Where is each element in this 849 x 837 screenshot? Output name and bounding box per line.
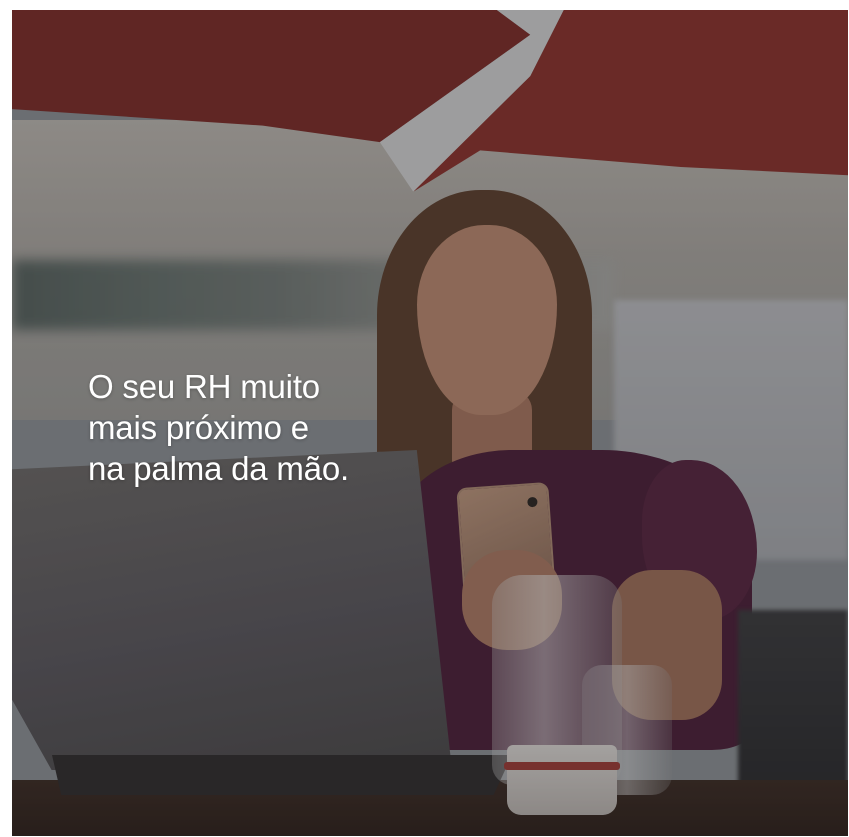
headline-line-1: O seu RH muito: [88, 368, 320, 405]
headline-line-2: mais próximo e: [88, 409, 309, 446]
hero-headline: O seu RH muito mais próximo e na palma d…: [88, 366, 468, 489]
hero-photo: O seu RH muito mais próximo e na palma d…: [12, 10, 848, 836]
headline-line-3: na palma da mão.: [88, 450, 349, 487]
